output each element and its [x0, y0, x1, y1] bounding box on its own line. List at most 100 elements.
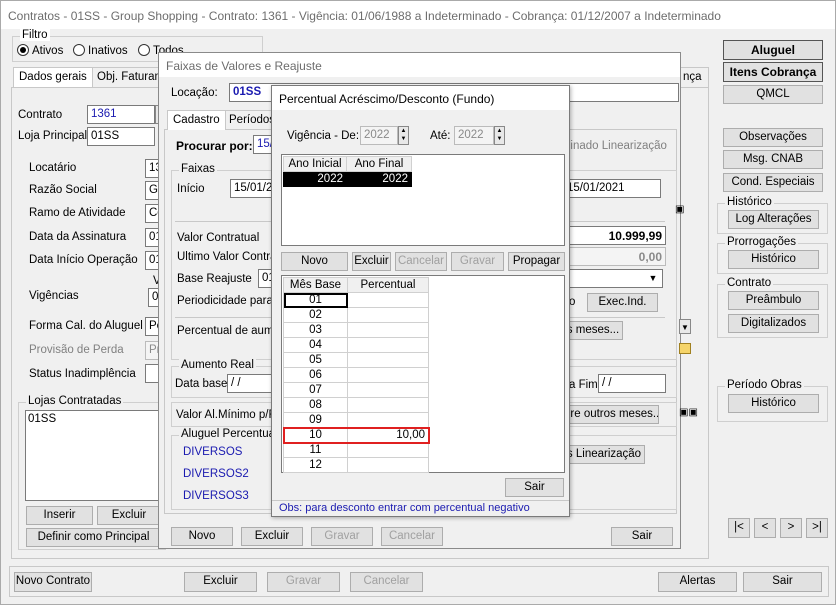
percentual-cell[interactable] — [347, 367, 429, 383]
table-row[interactable]: 09 — [283, 412, 429, 428]
table-row[interactable]: 2022 2022 — [283, 171, 412, 187]
mes-cell[interactable]: 12 — [283, 457, 348, 473]
preambulo-button[interactable]: Preâmbulo — [728, 291, 819, 310]
exec-ind-button[interactable]: Exec.Ind. — [587, 293, 658, 312]
percentual-cell[interactable] — [347, 322, 429, 338]
highlighted-row[interactable]: 10 10,00 — [282, 426, 430, 444]
binoculars-icon[interactable]: ▣ — [675, 204, 687, 216]
propagar-button[interactable]: Propagar — [508, 252, 565, 271]
mes-cell[interactable]: 05 — [283, 352, 348, 368]
faixas-gravar-button[interactable]: Gravar — [311, 527, 373, 546]
excluir-loja-button[interactable]: Excluir — [97, 506, 161, 525]
inserir-loja-button[interactable]: Inserir — [26, 506, 93, 525]
periodo-obras-historico-button[interactable]: Histórico — [728, 394, 819, 413]
meses-button[interactable]: s meses... — [563, 321, 623, 340]
mes-cell[interactable]: 03 — [283, 322, 348, 338]
table-row[interactable]: 03 — [283, 322, 429, 338]
table-row[interactable]: 04 — [283, 337, 429, 353]
cond-especiais-button[interactable]: Cond. Especiais — [723, 173, 823, 192]
itens-cobranca-button[interactable]: Itens Cobrança — [723, 62, 823, 82]
ate-input[interactable]: 2022 — [454, 126, 494, 145]
radio-ativos[interactable]: Ativos — [17, 44, 63, 57]
mes-base-header[interactable]: Mês Base — [283, 277, 348, 293]
table-row[interactable]: 06 — [283, 367, 429, 383]
mes-cell[interactable]: 04 — [283, 337, 348, 353]
table-row[interactable]: 01 — [283, 292, 429, 308]
vigencia-de-spinner[interactable]: ▲ ▼ — [398, 126, 409, 145]
ano-inicial-cell[interactable]: 2022 — [283, 171, 347, 187]
chevron-down-icon[interactable]: ▼ — [679, 319, 691, 334]
mes-cell[interactable]: 09 — [283, 412, 348, 428]
mes-cell[interactable]: 10 — [283, 427, 348, 443]
nav-last-button[interactable]: >| — [806, 518, 828, 538]
alertas-button[interactable]: Alertas — [658, 572, 737, 592]
faixas-excluir-button[interactable]: Excluir — [241, 527, 303, 546]
percentual-cell[interactable] — [347, 337, 429, 353]
gravar-button[interactable]: Gravar — [451, 252, 504, 271]
mes-grid[interactable]: Mês Base Percentual 01 02 03 04 05 06 07… — [281, 275, 565, 473]
data-fim-input[interactable]: / / — [598, 374, 666, 393]
nav-prev-button[interactable]: < — [754, 518, 776, 538]
table-row[interactable]: 07 — [283, 382, 429, 398]
tab-obj-faturamento[interactable]: Obj. Faturame — [91, 67, 163, 87]
percentual-cell[interactable] — [347, 292, 429, 308]
aluguel-button[interactable]: Aluguel — [723, 40, 823, 60]
faixas-tab-periodos[interactable]: Períodos — [223, 110, 277, 130]
linearizacao-button[interactable]: s Linearização — [563, 445, 645, 464]
valor-contratual-input[interactable]: 10.999,99 — [563, 226, 666, 245]
msg-cnab-button[interactable]: Msg. CNAB — [723, 150, 823, 169]
aluguel-item-diversos3[interactable]: DIVERSOS3 — [183, 490, 249, 502]
mes-cell[interactable]: 02 — [283, 307, 348, 323]
mes-cell[interactable]: 08 — [283, 397, 348, 413]
faixas-tab-cadastro[interactable]: Cadastro — [167, 110, 226, 130]
table-row[interactable]: 08 — [283, 397, 429, 413]
vigencia-de-input[interactable]: 2022 — [360, 126, 398, 145]
ano-grid[interactable]: Ano Inicial Ano Final 2022 2022 — [281, 154, 565, 246]
qmcl-button[interactable]: QMCL — [723, 85, 823, 104]
mes-cell[interactable]: 11 — [283, 442, 348, 458]
novo-contrato-button[interactable]: Novo Contrato — [14, 572, 92, 592]
percentual-cell[interactable] — [347, 352, 429, 368]
list-item[interactable]: 01SS — [28, 413, 56, 425]
ano-inicial-header[interactable]: Ano Inicial — [283, 156, 347, 172]
faixa-fim-input[interactable]: 15/01/2021 — [563, 179, 661, 198]
mes-cell[interactable]: 06 — [283, 367, 348, 383]
mes-cell[interactable]: 01 — [283, 292, 348, 308]
mes-cell[interactable]: 07 — [283, 382, 348, 398]
binoculars-icon[interactable]: ▣▣ — [679, 407, 698, 419]
table-row[interactable]: 12 — [283, 457, 429, 473]
faixas-cancelar-button[interactable]: Cancelar — [381, 527, 443, 546]
chevron-down-icon[interactable]: ▼ — [646, 271, 660, 286]
contrato-input[interactable]: 1361 — [87, 105, 155, 124]
percentual-cell[interactable] — [347, 412, 429, 428]
aluguel-item-diversos2[interactable]: DIVERSOS2 — [183, 468, 249, 480]
percentual-sair-button[interactable]: Sair — [505, 478, 564, 497]
ano-final-cell[interactable]: 2022 — [346, 171, 412, 187]
tab-cobranca[interactable]: nça — [677, 67, 709, 87]
percentual-cell[interactable] — [347, 307, 429, 323]
excluir-button[interactable]: Excluir — [352, 252, 391, 271]
loja-principal-input[interactable]: 01SS — [87, 127, 155, 146]
table-row[interactable]: 02 — [283, 307, 429, 323]
tab-dados-gerais[interactable]: Dados gerais — [13, 67, 93, 87]
log-alteracoes-button[interactable]: Log Alterações — [728, 210, 819, 229]
cancelar-button[interactable]: Cancelar — [395, 252, 447, 271]
lojas-contratadas-list[interactable]: 01SS — [25, 410, 165, 501]
ano-final-header[interactable]: Ano Final — [346, 156, 412, 172]
gravar-button[interactable]: Gravar — [267, 572, 340, 592]
novo-button[interactable]: Novo — [281, 252, 348, 271]
nav-next-button[interactable]: > — [780, 518, 802, 538]
cancelar-button[interactable]: Cancelar — [350, 572, 423, 592]
faixas-sair-button[interactable]: Sair — [611, 527, 673, 546]
radio-inativos[interactable]: Inativos — [73, 44, 128, 57]
faixas-novo-button[interactable]: Novo — [171, 527, 233, 546]
percentual-cell[interactable] — [347, 442, 429, 458]
folder-icon[interactable] — [679, 343, 691, 354]
ate-spinner[interactable]: ▲ ▼ — [494, 126, 505, 145]
prorrogacoes-historico-button[interactable]: Histórico — [728, 250, 819, 269]
table-row[interactable]: 05 — [283, 352, 429, 368]
definir-principal-button[interactable]: Definir como Principal — [26, 528, 161, 547]
percentual-cell[interactable] — [347, 382, 429, 398]
excluir-button[interactable]: Excluir — [184, 572, 257, 592]
sair-button[interactable]: Sair — [743, 572, 822, 592]
